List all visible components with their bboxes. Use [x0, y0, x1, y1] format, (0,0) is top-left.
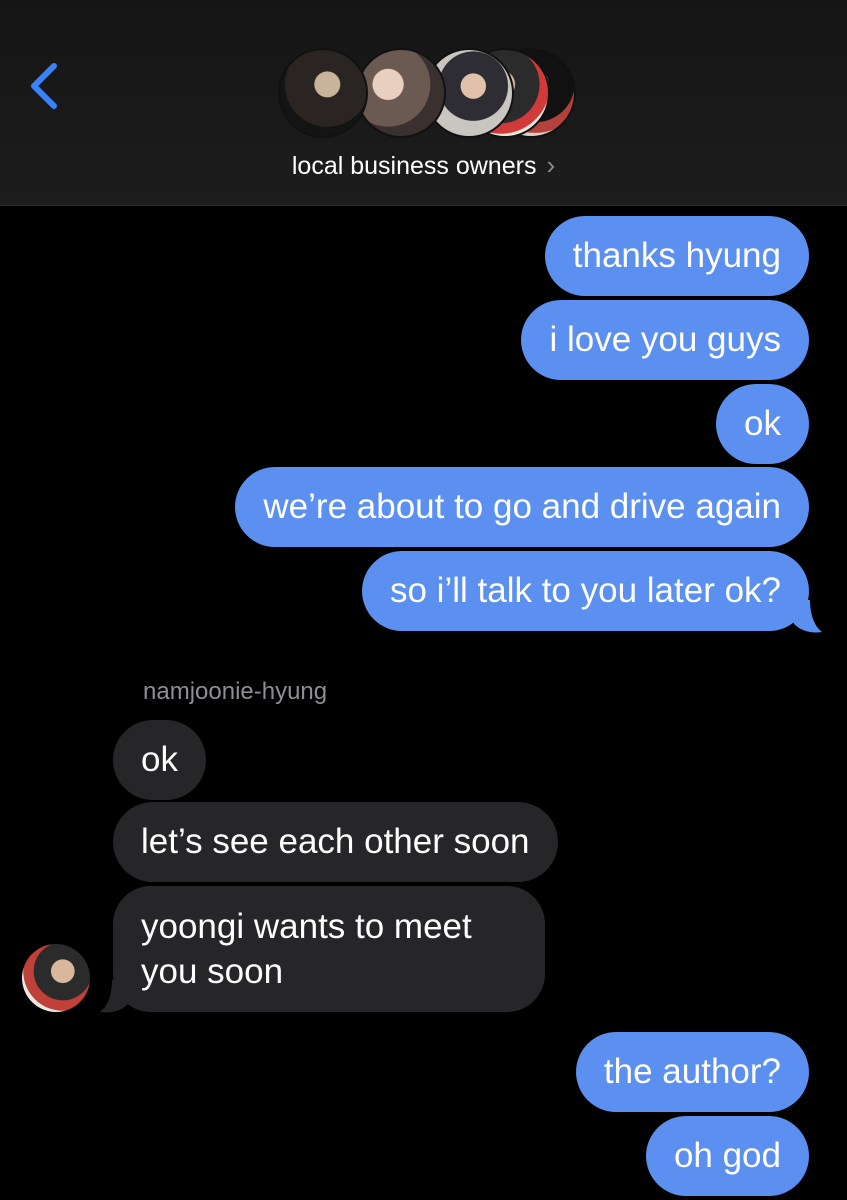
member-avatar-2 — [356, 48, 446, 138]
chevron-left-icon[interactable] — [24, 56, 68, 116]
sender-name: namjoonie-hyung — [143, 678, 328, 705]
outgoing-message[interactable]: thanks hyung — [544, 216, 809, 296]
bubble-tail-icon — [100, 980, 132, 1013]
conversation-header: local business owners › — [0, 0, 847, 206]
incoming-message[interactable]: ok — [113, 720, 206, 800]
bubble-tail-icon — [790, 600, 822, 633]
message-line: you soon — [141, 952, 284, 991]
group-name[interactable]: local business owners › — [0, 148, 847, 183]
outgoing-message[interactable]: the author? — [575, 1032, 809, 1112]
member-avatar-1 — [278, 48, 368, 138]
incoming-message[interactable]: yoongi wants to meet you soon — [113, 886, 545, 1012]
outgoing-message[interactable]: i love you guys — [521, 300, 809, 380]
group-avatars[interactable] — [278, 48, 578, 140]
outgoing-message[interactable]: ok — [716, 384, 809, 464]
incoming-message[interactable]: let’s see each other soon — [113, 802, 558, 882]
message-line: yoongi wants to meet — [141, 907, 472, 946]
outgoing-message[interactable]: we’re about to go and drive again — [235, 467, 809, 547]
chevron-right-icon: › — [546, 150, 556, 180]
outgoing-message[interactable]: oh god — [645, 1116, 809, 1196]
group-name-label: local business owners — [291, 152, 537, 180]
sender-avatar[interactable] — [22, 944, 90, 1012]
outgoing-message[interactable]: so i’ll talk to you later ok? — [361, 551, 809, 631]
